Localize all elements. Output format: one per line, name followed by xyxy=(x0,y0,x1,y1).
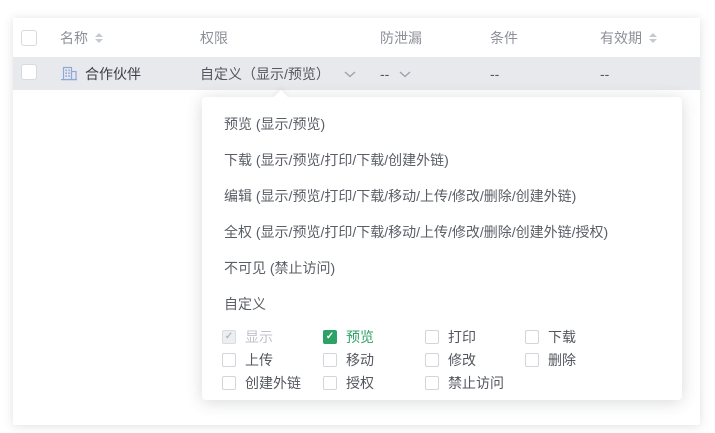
checkbox-box[interactable]: ✓ xyxy=(525,329,539,344)
column-header-condition: 条件 xyxy=(490,28,600,48)
leak-value: -- xyxy=(380,65,390,82)
table-header: 名称 权限 防泄漏 条件 有效期 xyxy=(13,18,700,57)
checkbox-box[interactable]: ✓ xyxy=(323,375,337,390)
column-header-name-label: 名称 xyxy=(60,29,88,46)
checkbox-box[interactable]: ✓ xyxy=(425,329,439,344)
checkbox-upload[interactable]: ✓ 上传 xyxy=(222,348,323,371)
checkbox-move[interactable]: ✓ 移动 xyxy=(323,348,425,371)
checkbox-box[interactable]: ✓ xyxy=(222,352,236,367)
checkbox-box[interactable]: ✓ xyxy=(323,329,337,344)
check-icon: ✓ xyxy=(325,330,335,342)
permission-value: 自定义（显示/预览） xyxy=(200,65,330,82)
check-icon: ✓ xyxy=(224,330,234,342)
custom-permission-grid: ✓ 显示 ✓ 预览 ✓ 打印 ✓ 下载 ✓ 上传 ✓ 移动 ✓ 修改 ✓ 删除 xyxy=(222,325,682,394)
condition-value: -- xyxy=(490,65,500,82)
column-header-validity-label: 有效期 xyxy=(600,29,642,46)
checkbox-modify[interactable]: ✓ 修改 xyxy=(425,348,525,371)
checkbox-box[interactable]: ✓ xyxy=(222,375,236,390)
select-all-checkbox[interactable] xyxy=(21,29,37,46)
sort-icon[interactable] xyxy=(95,32,103,43)
row-name: 合作伙伴 xyxy=(85,65,141,82)
checkbox-box[interactable]: ✓ xyxy=(425,352,439,367)
checkbox-box: ✓ xyxy=(222,329,236,344)
menu-item-edit[interactable]: 编辑 (显示/预览/打印/下载/移动/上传/修改/删除/创建外链) xyxy=(202,178,682,214)
checkbox-box[interactable]: ✓ xyxy=(525,352,539,367)
checkbox-delete[interactable]: ✓ 删除 xyxy=(525,348,682,371)
validity-value: -- xyxy=(600,65,610,82)
checkbox-display: ✓ 显示 xyxy=(222,325,323,348)
chevron-down-icon xyxy=(399,71,411,78)
custom-section-label: 自定义 xyxy=(224,296,266,312)
checkbox-print[interactable]: ✓ 打印 xyxy=(425,325,525,348)
column-header-permission-label: 权限 xyxy=(200,29,228,46)
checkbox-download[interactable]: ✓ 下载 xyxy=(525,325,682,348)
column-header-leak-label: 防泄漏 xyxy=(380,29,422,46)
chevron-down-icon xyxy=(344,71,356,78)
building-icon xyxy=(61,66,77,80)
menu-item-preview[interactable]: 预览 (显示/预览) xyxy=(202,106,682,142)
row-checkbox[interactable] xyxy=(21,64,37,80)
table-row[interactable]: 合作伙伴 自定义（显示/预览） -- -- -- xyxy=(13,57,700,90)
sort-icon[interactable] xyxy=(649,32,657,43)
column-header-validity[interactable]: 有效期 xyxy=(600,28,700,48)
checkbox-box[interactable]: ✓ xyxy=(425,375,439,390)
column-header-condition-label: 条件 xyxy=(490,29,518,46)
checkbox-box[interactable]: ✓ xyxy=(323,352,337,367)
column-header-name[interactable]: 名称 xyxy=(60,28,200,48)
column-header-permission: 权限 xyxy=(200,28,380,48)
permission-dropdown-panel: 预览 (显示/预览) 下载 (显示/预览/打印/下载/创建外链) 编辑 (显示/… xyxy=(202,89,682,400)
checkbox-external-link[interactable]: ✓ 创建外链 xyxy=(222,371,323,394)
leak-dropdown-trigger[interactable]: -- xyxy=(380,66,490,82)
menu-item-full[interactable]: 全权 (显示/预览/打印/下载/移动/上传/修改/删除/创建外链/授权) xyxy=(202,214,682,250)
checkbox-authorize[interactable]: ✓ 授权 xyxy=(323,371,425,394)
column-header-leak: 防泄漏 xyxy=(380,28,490,48)
checkbox-forbid-access[interactable]: ✓ 禁止访问 xyxy=(425,371,525,394)
permission-dropdown-trigger[interactable]: 自定义（显示/预览） xyxy=(200,64,380,84)
menu-item-download[interactable]: 下载 (显示/预览/打印/下载/创建外链) xyxy=(202,142,682,178)
menu-item-invisible[interactable]: 不可见 (禁止访问) xyxy=(202,250,682,286)
checkbox-preview[interactable]: ✓ 预览 xyxy=(323,325,425,348)
